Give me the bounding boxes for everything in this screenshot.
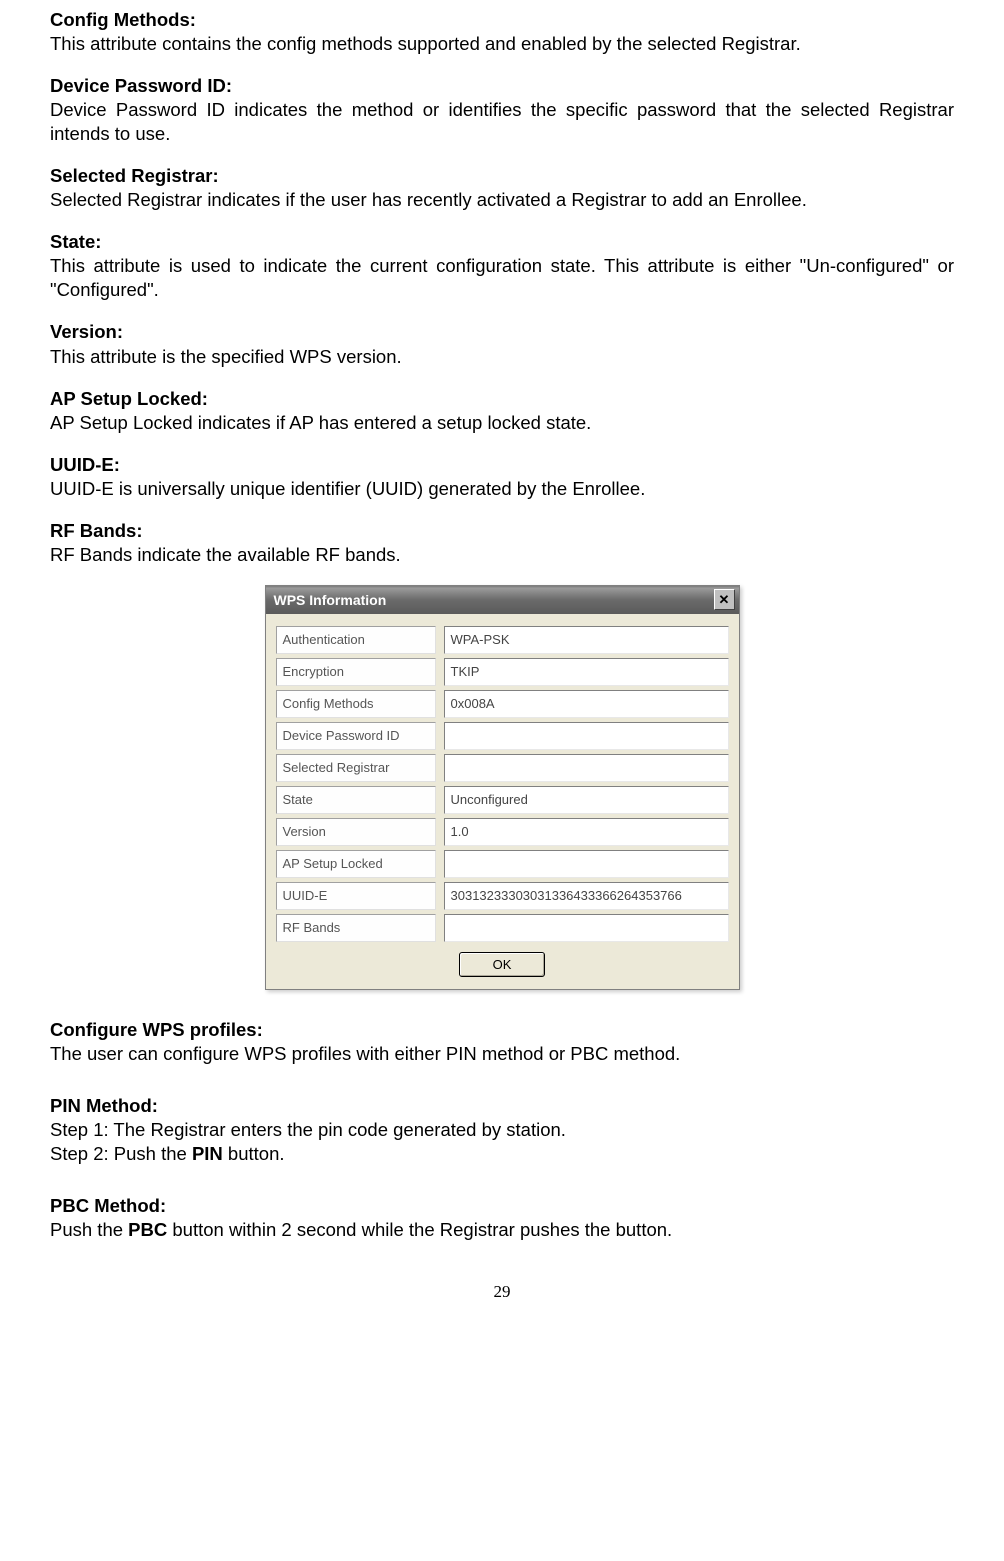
- dialog-title: WPS Information: [274, 592, 714, 608]
- text-pbc-a: Push the: [50, 1219, 128, 1240]
- text-pin-step2: Step 2: Push the PIN button.: [50, 1142, 954, 1166]
- value-encryption: TKIP: [444, 658, 729, 686]
- heading-configure-wps: Configure WPS profiles:: [50, 1018, 954, 1042]
- value-selected-registrar: [444, 754, 729, 782]
- close-icon[interactable]: ✕: [714, 589, 735, 610]
- table-row: Authentication WPA-PSK: [276, 626, 729, 654]
- text-configure-wps: The user can configure WPS profiles with…: [50, 1042, 954, 1066]
- heading-pin-method: PIN Method:: [50, 1094, 954, 1118]
- dialog-titlebar[interactable]: WPS Information ✕: [266, 586, 739, 614]
- value-authentication: WPA-PSK: [444, 626, 729, 654]
- text-config-methods: This attribute contains the config metho…: [50, 32, 954, 56]
- heading-device-password-id: Device Password ID:: [50, 74, 954, 98]
- value-rf-bands: [444, 914, 729, 942]
- table-row: AP Setup Locked: [276, 850, 729, 878]
- label-version: Version: [276, 818, 436, 846]
- value-state: Unconfigured: [444, 786, 729, 814]
- table-row: Version 1.0: [276, 818, 729, 846]
- label-ap-setup-locked: AP Setup Locked: [276, 850, 436, 878]
- wps-information-dialog: WPS Information ✕ Authentication WPA-PSK…: [265, 585, 740, 990]
- text-pin-step1: Step 1: The Registrar enters the pin cod…: [50, 1118, 954, 1142]
- table-row: Encryption TKIP: [276, 658, 729, 686]
- label-authentication: Authentication: [276, 626, 436, 654]
- heading-version: Version:: [50, 320, 954, 344]
- heading-uuid-e: UUID-E:: [50, 453, 954, 477]
- label-rf-bands: RF Bands: [276, 914, 436, 942]
- table-row: Config Methods 0x008A: [276, 690, 729, 718]
- text-version: This attribute is the specified WPS vers…: [50, 345, 954, 369]
- heading-ap-setup-locked: AP Setup Locked:: [50, 387, 954, 411]
- table-row: RF Bands: [276, 914, 729, 942]
- text-device-password-id: Device Password ID indicates the method …: [50, 98, 954, 146]
- label-state: State: [276, 786, 436, 814]
- heading-pbc-method: PBC Method:: [50, 1194, 954, 1218]
- value-config-methods: 0x008A: [444, 690, 729, 718]
- heading-config-methods: Config Methods:: [50, 8, 954, 32]
- value-ap-setup-locked: [444, 850, 729, 878]
- label-config-methods: Config Methods: [276, 690, 436, 718]
- label-encryption: Encryption: [276, 658, 436, 686]
- label-selected-registrar: Selected Registrar: [276, 754, 436, 782]
- label-uuid-e: UUID-E: [276, 882, 436, 910]
- text-pbc-c: button within 2 second while the Registr…: [167, 1219, 672, 1240]
- text-pbc-method: Push the PBC button within 2 second whil…: [50, 1218, 954, 1242]
- value-device-password-id: [444, 722, 729, 750]
- text-pbc-b: PBC: [128, 1219, 167, 1240]
- heading-rf-bands: RF Bands:: [50, 519, 954, 543]
- heading-state: State:: [50, 230, 954, 254]
- value-version: 1.0: [444, 818, 729, 846]
- text-pin-step2b: PIN: [192, 1143, 223, 1164]
- text-selected-registrar: Selected Registrar indicates if the user…: [50, 188, 954, 212]
- heading-selected-registrar: Selected Registrar:: [50, 164, 954, 188]
- label-device-password-id: Device Password ID: [276, 722, 436, 750]
- table-row: Selected Registrar: [276, 754, 729, 782]
- dialog-body: Authentication WPA-PSK Encryption TKIP C…: [266, 614, 739, 989]
- text-ap-setup-locked: AP Setup Locked indicates if AP has ente…: [50, 411, 954, 435]
- ok-button[interactable]: OK: [459, 952, 545, 977]
- table-row: Device Password ID: [276, 722, 729, 750]
- value-uuid-e: 30313233303031336433366264353766: [444, 882, 729, 910]
- table-row: UUID-E 30313233303031336433366264353766: [276, 882, 729, 910]
- text-uuid-e: UUID-E is universally unique identifier …: [50, 477, 954, 501]
- table-row: State Unconfigured: [276, 786, 729, 814]
- text-rf-bands: RF Bands indicate the available RF bands…: [50, 543, 954, 567]
- text-pin-step2c: button.: [223, 1143, 285, 1164]
- page-number: 29: [50, 1282, 954, 1302]
- text-state: This attribute is used to indicate the c…: [50, 254, 954, 302]
- text-pin-step2a: Step 2: Push the: [50, 1143, 192, 1164]
